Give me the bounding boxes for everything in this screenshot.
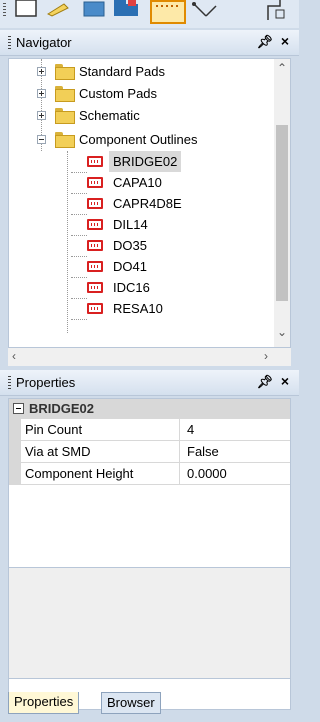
top-toolbar — [0, 0, 299, 28]
property-value[interactable]: 4 — [187, 419, 194, 440]
component-outline-icon — [87, 156, 103, 167]
property-margin — [9, 419, 21, 441]
navigator-title: Navigator — [16, 35, 72, 50]
tree-folder-schematic[interactable]: Schematic — [9, 105, 269, 126]
component-outline-icon — [87, 219, 103, 230]
component-outline-icon — [87, 240, 103, 251]
tree-item-resa10[interactable]: RESA10 — [9, 298, 269, 319]
tree-item-idc16[interactable]: IDC16 — [9, 277, 269, 298]
folder-icon — [55, 86, 75, 102]
chip-icon[interactable] — [82, 0, 108, 22]
collapse-icon[interactable] — [13, 403, 24, 414]
tree-item-label: CAPA10 — [113, 175, 162, 190]
tree-item-do41[interactable]: DO41 — [9, 256, 269, 277]
tree-folder-label: Schematic — [79, 108, 140, 123]
property-row-via-at-smd[interactable]: Via at SMD False — [9, 441, 290, 463]
tree-item-dil14[interactable]: DIL14 — [9, 214, 269, 235]
component-outline-icon — [87, 261, 103, 272]
tree-item-label: BRIDGE02 — [109, 151, 182, 172]
tab-browser[interactable]: Browser — [101, 692, 161, 714]
tree-item-label: DIL14 — [113, 217, 148, 232]
tree-item-capr4d8e[interactable]: CAPR4D8E — [9, 193, 269, 214]
tree-item-capa10[interactable]: CAPA10 — [9, 172, 269, 193]
tree-item-label: IDC16 — [113, 280, 150, 295]
component-outline-icon — [87, 198, 103, 209]
properties-panel-header[interactable]: Properties 📌︎ × — [0, 370, 299, 396]
property-group-name: BRIDGE02 — [29, 401, 95, 416]
toolbar-grip[interactable] — [3, 3, 6, 17]
navigator-horizontal-scrollbar[interactable]: ‹ › — [8, 348, 291, 366]
grid-snap-icon[interactable] — [262, 0, 296, 24]
folder-icon — [55, 108, 75, 124]
component-outline-icon — [87, 177, 103, 188]
tree-item-label: RESA10 — [113, 301, 163, 316]
scroll-up-arrow-icon[interactable]: ⌃ — [277, 61, 287, 75]
tab-label: Browser — [107, 695, 155, 710]
properties-title: Properties — [16, 375, 76, 390]
select-box-icon[interactable] — [14, 0, 40, 22]
property-description-area — [9, 567, 290, 679]
tree-folder-standard-pads[interactable]: Standard Pads — [9, 61, 269, 82]
close-icon[interactable]: × — [281, 373, 289, 389]
pencil-icon[interactable] — [46, 0, 72, 22]
navigator-panel-header[interactable]: Navigator 📌︎ × — [0, 30, 299, 56]
scroll-down-arrow-icon[interactable]: ⌄ — [277, 325, 287, 339]
scroll-right-arrow-icon[interactable]: › — [264, 349, 268, 363]
vertical-scroll-thumb[interactable] — [276, 125, 288, 301]
navigator-tree[interactable]: Standard Pads Custom Pads Schematic Comp… — [8, 58, 291, 348]
folder-icon — [55, 64, 75, 80]
collapse-icon[interactable] — [37, 135, 46, 144]
property-margin — [9, 441, 21, 463]
navigator-grip[interactable] — [8, 36, 11, 50]
grid-icon[interactable] — [150, 0, 186, 24]
properties-grip[interactable] — [8, 376, 11, 390]
property-name: Component Height — [25, 466, 134, 481]
property-value[interactable]: 0.0000 — [187, 463, 227, 484]
expand-icon[interactable] — [37, 67, 46, 76]
property-row-component-height[interactable]: Component Height 0.0000 — [9, 463, 290, 485]
expand-icon[interactable] — [37, 89, 46, 98]
tree-item-label: CAPR4D8E — [113, 196, 182, 211]
tree-folder-component-outlines[interactable]: Component Outlines — [9, 129, 269, 150]
tree-item-label: DO35 — [113, 238, 147, 253]
tree-item-label: DO41 — [113, 259, 147, 274]
property-grid[interactable]: BRIDGE02 Pin Count 4 Via at SMD False Co… — [8, 398, 291, 710]
property-name: Via at SMD — [25, 444, 91, 459]
close-icon[interactable]: × — [281, 33, 289, 49]
tree-item-do35[interactable]: DO35 — [9, 235, 269, 256]
property-margin — [9, 463, 21, 485]
property-divider — [179, 441, 180, 463]
tree-folder-label: Custom Pads — [79, 86, 158, 101]
navigator-vertical-scrollbar[interactable]: ⌃ ⌄ — [274, 59, 290, 347]
expand-icon[interactable] — [37, 111, 46, 120]
tab-properties[interactable]: Properties — [8, 692, 80, 714]
tree-connector — [71, 319, 87, 320]
tree-folder-label: Standard Pads — [79, 64, 166, 79]
component-outline-icon — [87, 303, 103, 314]
property-group-header[interactable]: BRIDGE02 — [9, 399, 290, 419]
property-row-pin-count[interactable]: Pin Count 4 — [9, 419, 290, 441]
tree-item-bridge02[interactable]: BRIDGE02 — [9, 151, 269, 172]
property-value[interactable]: False — [187, 441, 219, 462]
property-divider — [179, 463, 180, 485]
tree-folder-label: Component Outlines — [79, 132, 198, 147]
bottom-tab-bar: Properties Browser — [8, 692, 291, 714]
pin-icon[interactable]: 📌︎ — [256, 374, 273, 390]
tree-folder-custom-pads[interactable]: Custom Pads — [9, 83, 269, 104]
route-icon[interactable] — [190, 0, 224, 24]
property-divider — [179, 419, 180, 441]
folder-icon — [55, 132, 75, 148]
pin-icon[interactable]: 📌︎ — [256, 34, 273, 50]
place-component-icon[interactable] — [112, 0, 142, 22]
component-outline-icon — [87, 282, 103, 293]
property-name: Pin Count — [25, 422, 83, 437]
tab-label: Properties — [14, 694, 74, 709]
scroll-left-arrow-icon[interactable]: ‹ — [12, 349, 16, 363]
